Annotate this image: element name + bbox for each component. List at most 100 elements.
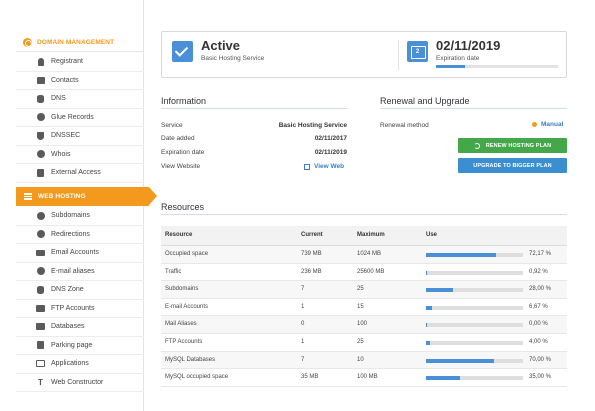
- resource-maximum: 25: [357, 339, 364, 345]
- renewal-method-label: Renewal method: [380, 122, 429, 129]
- sidebar-item-label: Applications: [51, 360, 89, 368]
- sidebar-item-whois[interactable]: Whois: [16, 146, 144, 164]
- sidebar-item-registrant[interactable]: Registrant: [16, 53, 144, 72]
- external-link-icon: [304, 163, 310, 170]
- sidebar: DOMAIN MANAGEMENT Registrant Contacts DN…: [0, 0, 157, 411]
- table-header: Resource Current Maximum Use: [161, 226, 567, 246]
- usage-bar-fill: [426, 253, 496, 257]
- page-icon: [36, 341, 45, 350]
- sidebar-item-databases[interactable]: Databases: [16, 318, 144, 337]
- sidebar-item-email-accounts[interactable]: Email Accounts: [16, 244, 144, 263]
- status-card: Active Basic Hosting Service 2 02/11/201…: [161, 31, 567, 78]
- resource-current: 1: [301, 303, 305, 310]
- external-access-icon: [36, 168, 45, 177]
- sidebar-item-web-constructor[interactable]: T Web Constructor: [16, 374, 144, 392]
- status-dot-icon: [532, 122, 537, 127]
- resource-name: E-mail Accounts: [165, 303, 209, 310]
- resource-name: MySQL occupied space: [165, 374, 229, 381]
- resource-name: Traffic: [165, 268, 182, 275]
- sidebar-item-label: DNS: [51, 95, 66, 103]
- resource-current: 7: [301, 356, 305, 363]
- contacts-icon: [36, 76, 45, 85]
- sidebar-header-domain-management[interactable]: DOMAIN MANAGEMENT: [16, 34, 144, 52]
- usage-bar-fill: [426, 323, 428, 328]
- window-icon: [36, 359, 45, 368]
- usage-bar: [426, 288, 523, 293]
- usage-percent: 0,00 %: [529, 321, 548, 328]
- at-icon: [36, 267, 45, 276]
- sidebar-item-dnssec[interactable]: DNSSEC: [16, 127, 144, 146]
- date-added-label: Date added: [161, 135, 195, 142]
- sidebar-item-dns[interactable]: DNS: [16, 90, 144, 109]
- subdomains-icon: [36, 211, 45, 220]
- sidebar-item-ftp-accounts[interactable]: FTP Accounts: [16, 300, 144, 318]
- column-header-current: Current: [301, 232, 323, 238]
- dns-icon: [36, 94, 45, 103]
- usage-bar: [426, 376, 523, 381]
- usage-bar-fill: [426, 358, 494, 363]
- usage-percent: 0,92 %: [529, 268, 548, 275]
- resource-name: MySQL Databases: [165, 356, 216, 363]
- calendar-icon: 2: [407, 41, 428, 62]
- resource-current: 0: [301, 321, 305, 328]
- resource-maximum: 25600 MB: [357, 268, 385, 275]
- usage-percent: 72,17 %: [529, 251, 552, 257]
- view-website-label: View Website: [161, 163, 201, 170]
- resource-current: 1: [301, 339, 305, 345]
- sidebar-item-label: Whois: [51, 150, 71, 158]
- sidebar-header-web-hosting[interactable]: WEB HOSTING: [16, 187, 157, 206]
- sidebar-item-applications[interactable]: Applications: [16, 355, 144, 374]
- resource-current: 35 MB: [301, 374, 319, 381]
- renewal-title: Renewal and Upgrade: [380, 96, 470, 106]
- sidebar-item-label: Email Accounts: [51, 249, 99, 257]
- sidebar-item-glue-records[interactable]: Glue Records: [16, 109, 144, 127]
- sidebar-item-label: E-mail aliases: [51, 267, 95, 275]
- refresh-icon: [473, 142, 480, 149]
- sidebar-item-dns-zone[interactable]: DNS Zone: [16, 281, 144, 300]
- sidebar-header-label: DOMAIN MANAGEMENT: [37, 39, 115, 46]
- sidebar-item-contacts[interactable]: Contacts: [16, 72, 144, 90]
- sidebar-item-redirections[interactable]: Redirections: [16, 226, 144, 244]
- usage-bar-fill: [426, 376, 460, 381]
- view-web-link[interactable]: View Web: [304, 163, 344, 170]
- usage-bar-fill: [426, 305, 433, 310]
- database-icon: [36, 322, 45, 331]
- expiration-date-value: 02/11/2019: [314, 149, 347, 156]
- sidebar-item-label: Contacts: [51, 76, 79, 84]
- resource-name: FTP Accounts: [165, 339, 203, 345]
- sidebar-item-label: Databases: [51, 323, 85, 331]
- sidebar-item-email-aliases[interactable]: E-mail aliases: [16, 263, 144, 281]
- sidebar-item-parking-page[interactable]: Parking page: [16, 337, 144, 355]
- table-row: E-mail Accounts 1 15 6,67 %: [161, 299, 567, 317]
- usage-bar-fill: [426, 270, 428, 275]
- sidebar-item-label: External Access: [51, 169, 101, 177]
- usage-percent: 4,00 %: [529, 339, 548, 345]
- expiration-label: Expiration date: [436, 55, 480, 62]
- sidebar-item-label: Subdomains: [51, 212, 90, 220]
- resource-current: 236 MB: [301, 268, 322, 275]
- person-icon: [36, 57, 45, 66]
- sidebar-item-label: Registrant: [51, 58, 83, 66]
- envelope-icon: [36, 248, 45, 257]
- divider: [380, 108, 567, 109]
- usage-bar-fill: [426, 288, 454, 293]
- usage-percent: 35,00 %: [529, 374, 552, 381]
- sidebar-item-subdomains[interactable]: Subdomains: [16, 207, 144, 226]
- column-header-maximum: Maximum: [357, 232, 385, 238]
- service-value: Basic Hosting Service: [278, 122, 347, 129]
- date-added-value: 02/11/2017: [314, 135, 347, 142]
- table-row: Occupied space 739 MB 1024 MB 72,17 %: [161, 246, 567, 264]
- table-row: MySQL Databases 7 10 70,00 %: [161, 351, 567, 370]
- expiration-date: 02/11/2019: [436, 38, 501, 53]
- sidebar-item-external-access[interactable]: External Access: [16, 164, 144, 183]
- upgrade-plan-button[interactable]: UPGRADE TO BIGGER PLAN: [458, 158, 567, 173]
- resource-current: 7: [301, 286, 305, 293]
- expiration-progress: [436, 65, 558, 68]
- usage-bar: [426, 305, 523, 310]
- renewal-method-value: Manual: [532, 121, 563, 128]
- table-row: Subdomains 7 25 28,00 %: [161, 281, 567, 299]
- resource-maximum: 10: [357, 356, 364, 363]
- sidebar-item-label: DNSSEC: [51, 132, 81, 140]
- renew-hosting-plan-button[interactable]: RENEW HOSTING PLAN: [458, 138, 567, 153]
- usage-bar: [426, 358, 523, 363]
